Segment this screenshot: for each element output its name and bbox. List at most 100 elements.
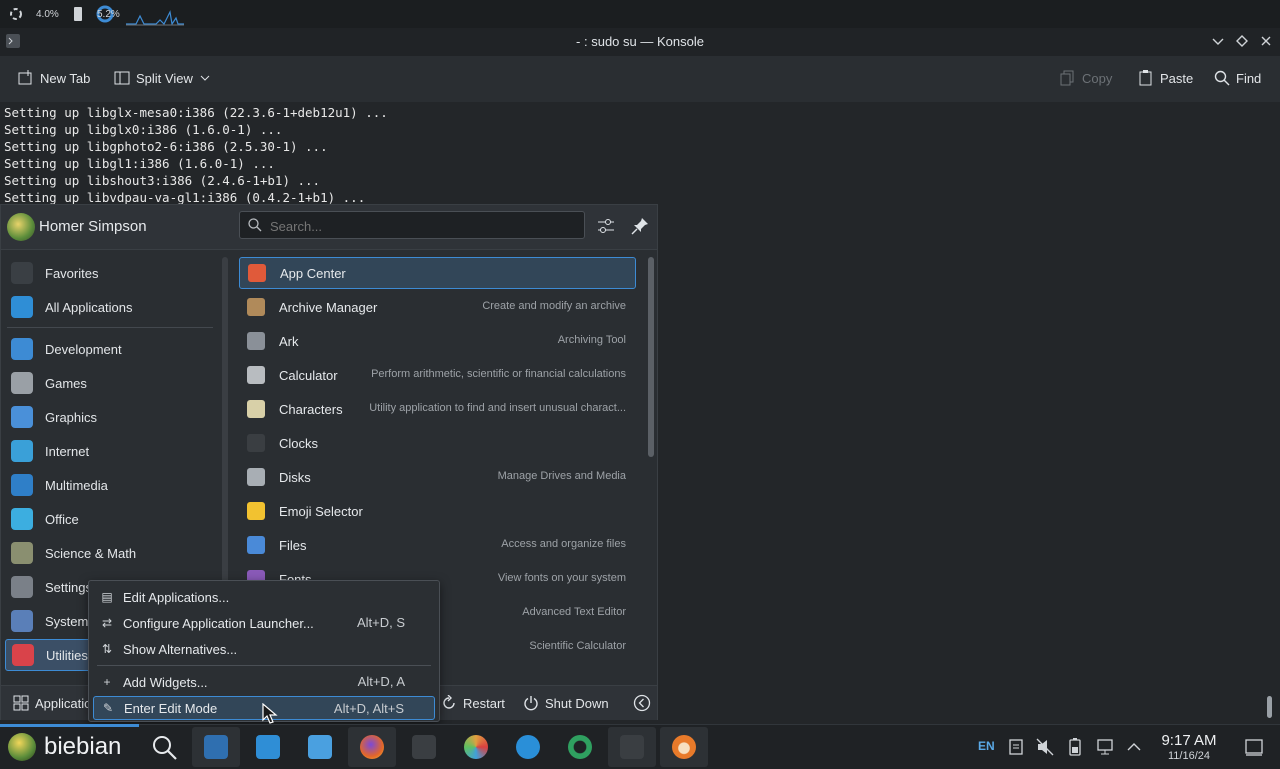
leave-menu-icon[interactable] — [633, 694, 651, 712]
paste-button[interactable]: Paste — [1138, 70, 1193, 86]
category-item[interactable]: Games — [5, 367, 215, 399]
pencil-icon: ✎ — [102, 701, 114, 715]
category-item[interactable]: Science & Math — [5, 537, 215, 569]
task-pinwheel[interactable] — [452, 727, 500, 767]
task-disk-utility[interactable] — [556, 727, 604, 767]
menu-item-label: Show Alternatives... — [123, 641, 238, 657]
app-name: Disks — [279, 469, 311, 485]
category-label: All Applications — [45, 299, 133, 315]
task-lock[interactable] — [400, 727, 448, 767]
system-settings-icon — [204, 735, 228, 759]
show-alternatives-item[interactable]: ⇅ Show Alternatives... — [93, 637, 435, 661]
volume-muted-icon[interactable] — [1036, 738, 1054, 756]
category-label: Development — [45, 341, 122, 357]
app-description: Advanced Text Editor — [522, 606, 626, 618]
category-item[interactable]: All Applications — [5, 291, 215, 323]
pin-icon[interactable] — [631, 217, 649, 235]
close-icon — [1261, 36, 1271, 46]
battery-icon[interactable] — [1068, 738, 1082, 756]
task-terminal[interactable] — [608, 727, 656, 767]
search-input[interactable] — [268, 216, 572, 236]
close-button[interactable] — [1258, 33, 1274, 49]
app-list-item[interactable]: Archive Manager Create and modify an arch… — [239, 291, 636, 323]
minimize-button[interactable] — [1210, 33, 1226, 49]
task-store[interactable] — [244, 727, 292, 767]
clipboard-icon[interactable] — [1008, 738, 1024, 756]
category-item[interactable]: Development — [5, 333, 215, 365]
app-list-item[interactable]: Files Access and organize files — [239, 529, 636, 561]
terminal-scrollbar[interactable] — [1267, 696, 1272, 718]
app-icon — [247, 502, 265, 520]
category-label: Favorites — [45, 265, 99, 281]
category-icon — [11, 576, 33, 598]
keyboard-layout-indicator[interactable]: EN — [978, 739, 995, 753]
app-list-item[interactable]: Emoji Selector — [239, 495, 636, 527]
user-name: Homer Simpson — [39, 218, 147, 235]
category-icon — [11, 338, 33, 360]
category-item[interactable]: Graphics — [5, 401, 215, 433]
app-list-item[interactable]: Ark Archiving Tool — [239, 325, 636, 357]
show-desktop-icon[interactable] — [1244, 737, 1264, 757]
category-item[interactable]: Favorites — [5, 257, 215, 289]
new-tab-button[interactable]: New Tab — [18, 70, 90, 86]
shut-down-button[interactable]: Shut Down — [523, 695, 609, 711]
copy-icon — [1060, 70, 1074, 86]
split-view-icon — [114, 71, 130, 85]
app-icon — [247, 298, 265, 316]
task-panda[interactable] — [660, 727, 708, 767]
chevron-up-icon[interactable] — [1126, 740, 1142, 754]
add-widgets-item[interactable]: + Add Widgets... Alt+D, A — [93, 670, 435, 694]
search-icon[interactable] — [152, 735, 178, 761]
restart-icon — [443, 695, 455, 709]
window-titlebar[interactable]: - : sudo su — Konsole — [0, 28, 1280, 56]
category-item[interactable]: Multimedia — [5, 469, 215, 501]
app-name: Files — [279, 537, 307, 553]
category-divider — [7, 327, 213, 328]
configure-launcher-item[interactable]: ⇄ Configure Application Launcher... Alt+… — [93, 611, 435, 635]
search-icon — [1214, 70, 1230, 86]
search-box[interactable] — [239, 211, 585, 239]
app-list-item[interactable]: App Center — [239, 257, 636, 289]
split-view-button[interactable]: Split View — [114, 70, 211, 86]
task-browser[interactable] — [504, 727, 552, 767]
search-icon — [248, 218, 262, 232]
category-icon — [11, 406, 33, 428]
task-system-settings[interactable] — [192, 727, 240, 767]
app-name: Clocks — [279, 435, 319, 451]
app-list-item[interactable]: Clocks — [239, 427, 636, 459]
task-firefox[interactable] — [348, 727, 396, 767]
app-list-item[interactable]: Disks Manage Drives and Media — [239, 461, 636, 493]
avatar[interactable] — [7, 213, 35, 241]
category-item[interactable]: Office — [5, 503, 215, 535]
cpu-percent: 4.0% — [36, 9, 59, 20]
maximize-button[interactable] — [1234, 33, 1250, 49]
restart-button[interactable]: Restart — [441, 695, 505, 711]
diamond-icon — [1236, 35, 1248, 47]
shut-down-label: Shut Down — [545, 695, 609, 711]
app-icon — [247, 434, 265, 452]
copy-button[interactable]: Copy — [1060, 70, 1112, 86]
new-tab-label: New Tab — [40, 70, 91, 86]
configure-icon[interactable] — [597, 217, 615, 235]
category-label: Internet — [45, 443, 90, 459]
paste-label: Paste — [1160, 70, 1194, 86]
mouse-cursor-icon — [262, 703, 278, 724]
network-icon[interactable] — [1096, 738, 1116, 756]
task-files[interactable] — [296, 727, 344, 767]
application-scrollbar[interactable] — [648, 257, 654, 457]
edit-applications-item[interactable]: ▤ Edit Applications... — [93, 585, 435, 609]
app-launcher-button[interactable]: biebian — [0, 725, 140, 769]
plus-icon: + — [103, 675, 111, 689]
clock-date[interactable]: 11/16/24 — [1152, 750, 1226, 762]
menu-item-shortcut: Alt+D, Alt+S — [333, 701, 404, 716]
disk-util-icon — [568, 735, 592, 759]
new-tab-icon — [18, 70, 32, 85]
find-button[interactable]: Find — [1214, 70, 1261, 86]
memory-icon — [74, 7, 82, 21]
app-list-item[interactable]: Characters Utility application to find an… — [239, 393, 636, 425]
category-item[interactable]: Internet — [5, 435, 215, 467]
category-icon — [11, 440, 33, 462]
app-list-item[interactable]: Calculator Perform arithmetic, scientific… — [239, 359, 636, 391]
clock-time[interactable]: 9:17 AM — [1152, 732, 1226, 749]
category-label: System — [45, 613, 89, 629]
